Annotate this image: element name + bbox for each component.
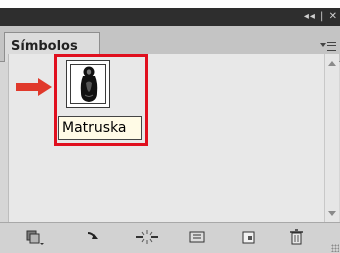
vertical-scrollbar[interactable] — [324, 54, 339, 222]
place-symbol-instance-icon[interactable] — [84, 227, 106, 247]
panel-collapse-close-controls[interactable]: ◂◂ | ✕ — [304, 10, 338, 24]
annotation-highlight-box — [54, 54, 148, 146]
new-symbol-icon[interactable] — [238, 227, 260, 247]
annotation-arrow-shaft — [16, 83, 40, 91]
tab-label: Símbolos — [11, 39, 78, 54]
symbol-libraries-menu-icon[interactable] — [24, 227, 46, 247]
symbol-options-icon[interactable] — [186, 227, 208, 247]
resize-grip-icon[interactable] — [331, 244, 339, 252]
break-link-to-symbol-icon[interactable] — [134, 227, 158, 247]
scroll-up-icon[interactable] — [328, 61, 336, 66]
panel-title-bar[interactable]: ◂◂ | ✕ — [0, 8, 340, 26]
scroll-down-icon[interactable] — [328, 211, 336, 216]
annotation-arrow-icon — [38, 78, 52, 96]
panel-bottom-toolbar — [0, 222, 340, 253]
panel-menu-icon[interactable] — [320, 40, 336, 52]
delete-symbol-icon[interactable] — [286, 227, 308, 247]
